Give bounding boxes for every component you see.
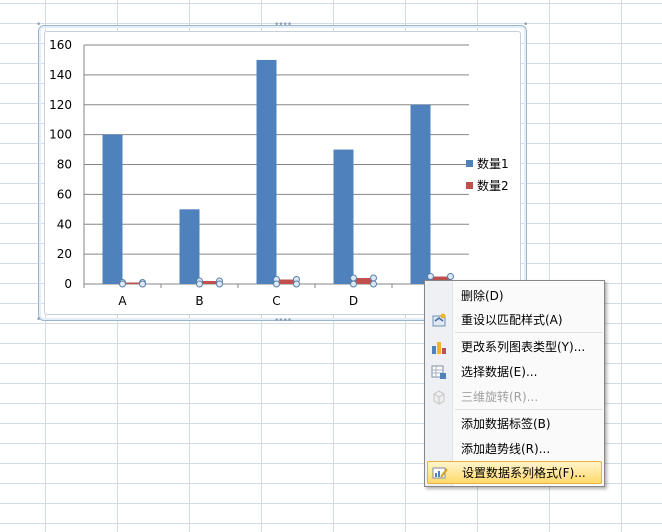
selection-handle bbox=[196, 280, 203, 288]
menu-item-3d-rotation[interactable]: 三维旋转(R)... bbox=[427, 385, 602, 408]
selection-handle bbox=[370, 280, 377, 288]
menu-item-label: 添加趋势线(R)... bbox=[461, 442, 551, 456]
bar-chart[interactable]: 160140120100806040200ABCDE bbox=[44, 31, 521, 315]
chart-legend[interactable]: 数量1 数量2 bbox=[466, 152, 509, 196]
menu-item-label: 删除(D) bbox=[461, 289, 504, 303]
change-chart-type-icon bbox=[431, 339, 447, 355]
bar-series-1 bbox=[256, 59, 277, 284]
menu-item-select-data[interactable]: 选择数据(E)... bbox=[427, 360, 602, 383]
menu-separator bbox=[455, 409, 602, 410]
selection-handle bbox=[119, 280, 126, 288]
legend-swatch-series-2 bbox=[466, 181, 473, 189]
menu-item-label: 设置数据系列格式(F)... bbox=[462, 466, 586, 480]
y-tick-label: 100 bbox=[49, 128, 72, 142]
y-tick-label: 160 bbox=[49, 38, 72, 52]
selection-handle bbox=[350, 274, 357, 282]
context-menu: 删除(D) 重设以匹配样式(A) 更改系列图表类型(Y)... 选择数据(E).… bbox=[424, 280, 605, 487]
menu-item-label: 更改系列图表类型(Y)... bbox=[461, 340, 586, 354]
y-tick-label: 20 bbox=[57, 247, 72, 261]
format-series-icon bbox=[432, 465, 448, 481]
chart-resize-handle-top-left[interactable]: • bbox=[36, 21, 41, 30]
menu-item-label: 选择数据(E)... bbox=[461, 365, 538, 379]
select-data-icon bbox=[431, 364, 447, 380]
x-tick-label: D bbox=[349, 294, 358, 308]
bar-series-1 bbox=[410, 104, 431, 284]
menu-item-add-trendline[interactable]: 添加趋势线(R)... bbox=[427, 437, 602, 460]
selection-handle bbox=[427, 273, 434, 281]
menu-item-change-chart-type[interactable]: 更改系列图表类型(Y)... bbox=[427, 335, 602, 358]
menu-item-label: 添加数据标签(B) bbox=[461, 417, 551, 431]
chart-resize-handle-bottom[interactable]: •••• bbox=[274, 317, 292, 326]
menu-separator bbox=[455, 332, 602, 333]
menu-item-label: 三维旋转(R)... bbox=[461, 390, 539, 404]
legend-item-series-2[interactable]: 数量2 bbox=[466, 174, 509, 196]
y-tick-label: 80 bbox=[57, 158, 72, 172]
selection-handle bbox=[350, 280, 357, 288]
y-tick-label: 120 bbox=[49, 98, 72, 112]
x-tick-label: C bbox=[272, 294, 280, 308]
chart-resize-handle-top[interactable]: •••• bbox=[274, 21, 292, 30]
menu-item-reset-style[interactable]: 重设以匹配样式(A) bbox=[427, 308, 602, 331]
3d-rotation-icon bbox=[431, 389, 447, 405]
menu-item-add-data-labels[interactable]: 添加数据标签(B) bbox=[427, 412, 602, 435]
reset-style-icon bbox=[431, 312, 447, 328]
bar-series-1 bbox=[179, 209, 200, 284]
legend-item-series-1[interactable]: 数量1 bbox=[466, 152, 509, 174]
legend-label-series-1: 数量1 bbox=[477, 156, 509, 171]
selection-handle bbox=[139, 280, 146, 288]
selection-handle bbox=[216, 280, 223, 288]
menu-item-format-data-series[interactable]: 设置数据系列格式(F)... bbox=[427, 461, 602, 484]
selection-handle bbox=[447, 273, 454, 281]
y-tick-label: 60 bbox=[57, 187, 72, 201]
bar-series-1 bbox=[333, 149, 354, 284]
menu-item-label: 重设以匹配样式(A) bbox=[461, 313, 563, 327]
y-tick-label: 40 bbox=[57, 217, 72, 231]
legend-swatch-series-1 bbox=[466, 159, 473, 167]
chart-resize-handle-bottom-left[interactable]: • bbox=[36, 316, 41, 325]
menu-item-delete[interactable]: 删除(D) bbox=[427, 284, 602, 307]
y-tick-label: 140 bbox=[49, 68, 72, 82]
legend-label-series-2: 数量2 bbox=[477, 178, 509, 193]
chart-resize-handle-top-right[interactable]: • bbox=[523, 21, 528, 30]
selection-handle bbox=[293, 280, 300, 288]
bar-series-1 bbox=[102, 134, 123, 284]
selection-handle bbox=[370, 274, 377, 282]
selection-handle bbox=[273, 280, 280, 288]
x-tick-label: A bbox=[118, 294, 127, 308]
x-tick-label: B bbox=[195, 294, 203, 308]
y-tick-label: 0 bbox=[64, 277, 72, 291]
